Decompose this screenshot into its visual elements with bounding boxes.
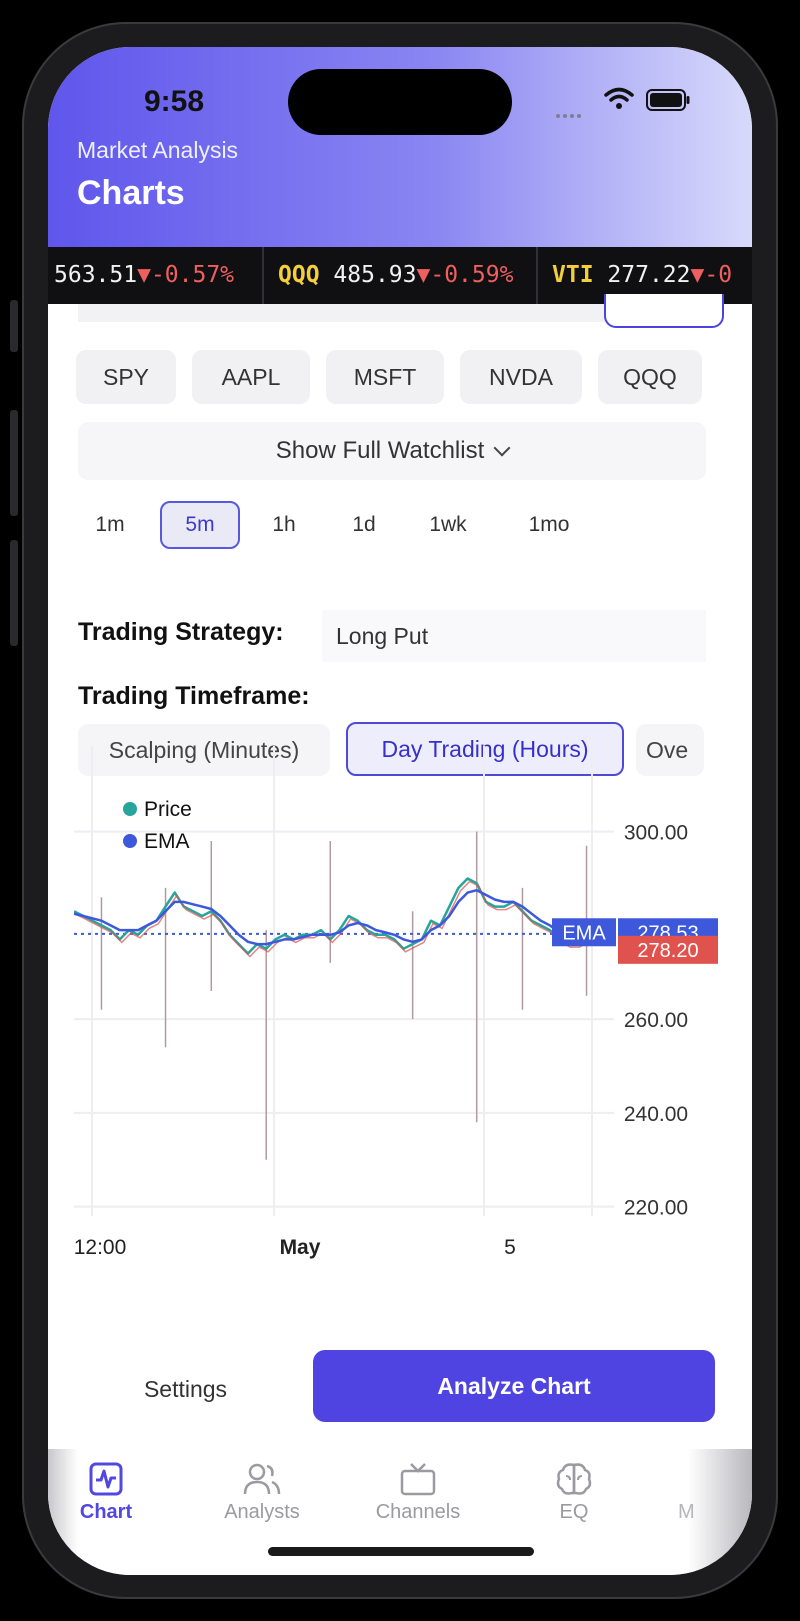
brain-icon — [556, 1463, 592, 1495]
series-line-ema — [74, 888, 615, 946]
tab-more[interactable]: M — [678, 1461, 738, 1524]
legend-label: Price — [144, 798, 192, 821]
legend-label: EMA — [144, 830, 190, 853]
tab-analysts[interactable]: Analysts — [212, 1461, 312, 1524]
show-full-watchlist-button[interactable]: Show Full Watchlist — [78, 422, 706, 480]
watchlist-chip-msft[interactable]: MSFT — [326, 350, 444, 404]
scrolled-button[interactable] — [604, 294, 724, 328]
interval-1d[interactable]: 1d — [332, 501, 396, 549]
ticker-item[interactable]: 563.51▼-0.57% — [54, 247, 234, 304]
watchlist-chip-aapl[interactable]: AAPL — [192, 350, 310, 404]
interval-5m[interactable]: 5m — [160, 501, 240, 549]
ema-name-label: EMA — [562, 922, 606, 944]
page-title: Charts — [77, 174, 185, 212]
wifi-icon — [604, 87, 634, 109]
y-tick-label: 260.00 — [624, 1009, 688, 1032]
x-tick-label: 12:00 — [74, 1236, 126, 1259]
analyze-chart-button[interactable]: Analyze Chart — [313, 1350, 715, 1422]
ticker-item[interactable]: QQQ 485.93▼-0.59% — [278, 247, 513, 304]
settings-button[interactable]: Settings — [78, 1354, 293, 1424]
interval-1wk[interactable]: 1wk — [408, 501, 488, 549]
price-chart[interactable]: 300.00 260.00 240.00 220.00 12:00 May 5 Price EM… — [74, 746, 722, 1286]
legend-marker — [123, 834, 137, 848]
action-button — [10, 300, 18, 352]
volume-down-button — [10, 540, 18, 646]
strategy-select[interactable]: Long Put — [322, 610, 706, 662]
tab-chart[interactable]: Chart — [56, 1461, 156, 1524]
status-time: 9:58 — [144, 85, 205, 118]
screen: 9:58 Market Analysis Charts 563.51▼-0.57… — [48, 47, 752, 1575]
y-tick-label: 240.00 — [624, 1103, 688, 1126]
y-tick-label: 300.00 — [624, 822, 688, 845]
interval-1h[interactable]: 1h — [252, 501, 316, 549]
tab-bar: Chart Analysts Channels EQ M — [48, 1449, 752, 1575]
interval-1m[interactable]: 1m — [78, 501, 142, 549]
battery-icon — [646, 89, 690, 111]
chart-icon — [89, 1462, 123, 1496]
watchlist-chip-spy[interactable]: SPY — [76, 350, 176, 404]
watchlist-chip-qqq[interactable]: QQQ — [598, 350, 702, 404]
tab-channels[interactable]: Channels — [368, 1461, 468, 1524]
legend-marker — [123, 802, 137, 816]
tab-eq[interactable]: EQ — [524, 1461, 624, 1524]
users-icon — [243, 1463, 281, 1495]
volume-up-button — [10, 410, 18, 516]
scroll-content[interactable]: SPY AAPL MSFT NVDA QQQ Show Full Watchli… — [48, 294, 752, 1422]
x-tick-label: May — [280, 1236, 321, 1259]
x-tick-label: 5 — [504, 1236, 516, 1259]
signal-icon — [556, 105, 584, 123]
price-value-label: 278.20 — [637, 940, 698, 962]
dynamic-island — [288, 69, 512, 135]
more-icon — [690, 1461, 726, 1497]
app-header: 9:58 Market Analysis Charts — [48, 47, 752, 247]
header-subtitle: Market Analysis — [77, 137, 239, 163]
interval-1mo[interactable]: 1mo — [504, 501, 594, 549]
scrolled-field — [78, 304, 638, 322]
timeframe-label: Trading Timeframe: — [78, 682, 310, 710]
ticker-divider — [536, 247, 538, 304]
tv-icon — [400, 1463, 436, 1496]
watchlist-chip-nvda[interactable]: NVDA — [460, 350, 582, 404]
home-indicator — [268, 1547, 534, 1556]
ticker-divider — [262, 247, 264, 304]
y-tick-label: 220.00 — [624, 1197, 688, 1220]
chevron-down-icon — [493, 439, 511, 457]
strategy-label: Trading Strategy: — [78, 618, 284, 646]
